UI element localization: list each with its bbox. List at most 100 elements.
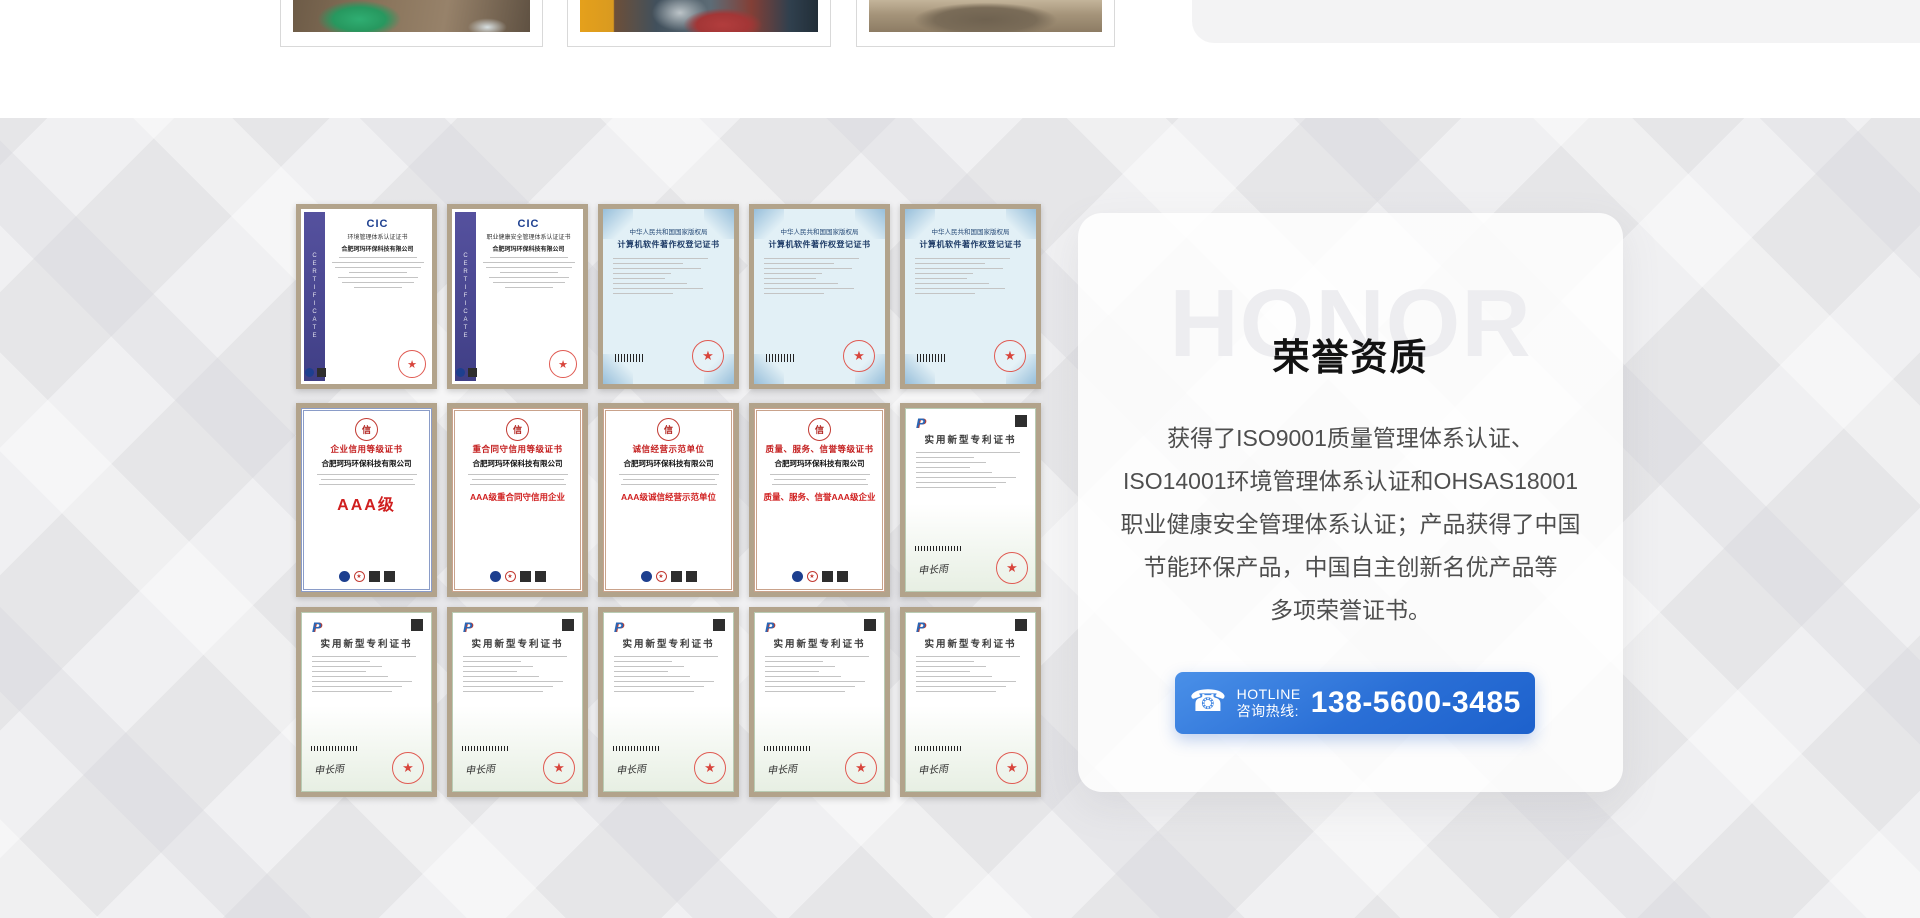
certificate-body (606, 474, 731, 485)
qr-code (713, 619, 725, 631)
honor-card: HONOR 荣誉资质 获得了ISO9001质量管理体系认证、 ISO14001环… (1078, 213, 1623, 792)
hotline-button[interactable]: ☎ HOTLINE 咨询热线: 138-5600-3485 (1175, 672, 1535, 734)
text-line (470, 484, 566, 485)
certificate-title: 实用新型专利证书 (755, 636, 884, 650)
text-line (623, 479, 715, 480)
certificate-cic-thumbnail[interactable]: CERTIFICATECIC环境管理体系认证证书合肥珂玛环保科技有限公司★ (296, 204, 437, 389)
text-line (915, 263, 985, 264)
text-line (354, 287, 402, 288)
text-line (765, 686, 855, 687)
qr-code (369, 571, 380, 582)
certificate-credit-thumbnail[interactable]: 信质量、服务、信誉等级证书合肥珂玛环保科技有限公司质量、服务、信誉AAA级企业★ (749, 403, 890, 597)
text-line (613, 283, 687, 284)
text-line (764, 273, 822, 274)
red-credit-seal: 信 (355, 418, 378, 441)
certificate-body (455, 474, 580, 485)
text-line (312, 661, 370, 662)
cnipa-logo: P (614, 619, 623, 635)
certificate-body (906, 656, 1035, 692)
qr-code (822, 571, 833, 582)
barcode (915, 746, 961, 751)
certificate-patent-thumbnail[interactable]: P实用新型专利证书申长雨★ (749, 607, 890, 797)
official-signature: 申长雨 (767, 760, 798, 777)
text-line (614, 691, 694, 692)
text-line (486, 267, 572, 268)
red-star-seal: ★ (549, 350, 577, 378)
text-line (463, 666, 533, 667)
certificate-patent-thumbnail[interactable]: P实用新型专利证书申长雨★ (900, 607, 1041, 797)
certificate-company: 合肥珂玛环保科技有限公司 (304, 458, 429, 469)
text-line (764, 288, 854, 289)
text-line (463, 671, 517, 672)
text-line (463, 676, 539, 677)
certificate-paper: P实用新型专利证书申长雨★ (452, 612, 583, 792)
certificate-copyright-thumbnail[interactable]: 中华人民共和国国家版权局计算机软件著作权登记证书★ (598, 204, 739, 389)
text-line (505, 287, 553, 288)
text-line (915, 278, 967, 279)
text-line (916, 686, 1006, 687)
certificate-patent-thumbnail[interactable]: P实用新型专利证书申长雨★ (296, 607, 437, 797)
round-logo-blue (490, 571, 501, 582)
text-line (765, 666, 835, 667)
section-title: 荣誉资质 (1078, 327, 1623, 381)
certificate-copyright-thumbnail[interactable]: 中华人民共和国国家版权局计算机软件著作权登记证书★ (749, 204, 890, 389)
certificate-title: 实用新型专利证书 (453, 636, 582, 650)
certificate-title: 企业信用等级证书 (304, 443, 429, 455)
certificate-footer (456, 368, 477, 377)
text-line (916, 457, 974, 458)
certificate-company: 合肥珂玛环保科技有限公司 (455, 458, 580, 469)
red-star-seal: ★ (996, 552, 1028, 584)
round-seal-small: ★ (354, 571, 365, 582)
round-seal-small: ★ (807, 571, 818, 582)
text-line (613, 293, 673, 294)
red-star-seal: ★ (845, 752, 877, 784)
barcode (311, 746, 357, 751)
qr-code (1015, 415, 1027, 427)
text-line (764, 268, 852, 269)
certificate-company: 合肥珂玛环保科技有限公司 (479, 244, 578, 253)
certificate-copyright-thumbnail[interactable]: 中华人民共和国国家版权局计算机软件著作权登记证书★ (900, 204, 1041, 389)
certificate-patent-thumbnail[interactable]: P实用新型专利证书申长雨★ (447, 607, 588, 797)
certificate-body (604, 656, 733, 692)
certificate-title: 实用新型专利证书 (604, 636, 733, 650)
page: CERTIFICATECIC环境管理体系认证证书合肥珂玛环保科技有限公司★CER… (0, 0, 1920, 918)
barcode (915, 546, 961, 551)
text-line (312, 656, 416, 657)
certificate-paper: P实用新型专利证书申长雨★ (905, 612, 1036, 792)
text-line (916, 482, 1006, 483)
round-seal-small: ★ (656, 571, 667, 582)
corner-ornament (704, 209, 734, 239)
corner-ornament (1006, 209, 1036, 239)
certificate-patent-thumbnail[interactable]: P实用新型专利证书申长雨★ (598, 607, 739, 797)
certificate-credit-thumbnail[interactable]: 信诚信经营示范单位合肥珂玛环保科技有限公司AAA级诚信经营示范单位★ (598, 403, 739, 597)
corner-ornament (603, 209, 633, 239)
description-line: 职业健康安全管理体系认证；产品获得了中国 (1102, 503, 1599, 546)
cnipa-logo: P (312, 619, 321, 635)
certificate-title: 质量、服务、信誉等级证书 (757, 443, 882, 455)
round-logo-blue (792, 571, 803, 582)
certificate-credit-thumbnail[interactable]: 信重合同守信用等级证书合肥珂玛环保科技有限公司AAA级重合同守信用企业★ (447, 403, 588, 597)
certificate-cic-thumbnail[interactable]: CERTIFICATECIC职业健康安全管理体系认证证书合肥珂玛环保科技有限公司… (447, 204, 588, 389)
text-line (332, 262, 424, 263)
text-line (916, 666, 986, 667)
certificate-paper: 信诚信经营示范单位合肥珂玛环保科技有限公司AAA级诚信经营示范单位★ (603, 408, 734, 592)
certificate-footer: ★ (455, 571, 580, 582)
text-line (765, 671, 819, 672)
cnipa-logo: P (916, 619, 925, 635)
certificate-credit-thumbnail[interactable]: 信企业信用等级证书合肥珂玛环保科技有限公司AAA级★ (296, 403, 437, 597)
official-signature: 申长雨 (616, 760, 647, 777)
red-star-seal: ★ (996, 752, 1028, 784)
certificate-footer: ★ (757, 571, 882, 582)
text-line (916, 681, 1016, 682)
text-line (916, 472, 992, 473)
text-line (321, 479, 413, 480)
certificate-paper: 信质量、服务、信誉等级证书合肥珂玛环保科技有限公司质量、服务、信誉AAA级企业★ (754, 408, 885, 592)
certificate-header: P (453, 613, 582, 635)
certificate-company: 合肥珂玛环保科技有限公司 (606, 458, 731, 469)
qr-code (686, 571, 697, 582)
text-line (614, 681, 714, 682)
certificate-title: 计算机软件著作权登记证书 (905, 239, 1036, 250)
text-line (342, 282, 414, 283)
certificate-patent-thumbnail[interactable]: P实用新型专利证书申长雨★ (900, 403, 1041, 597)
corner-ornament (754, 209, 784, 239)
